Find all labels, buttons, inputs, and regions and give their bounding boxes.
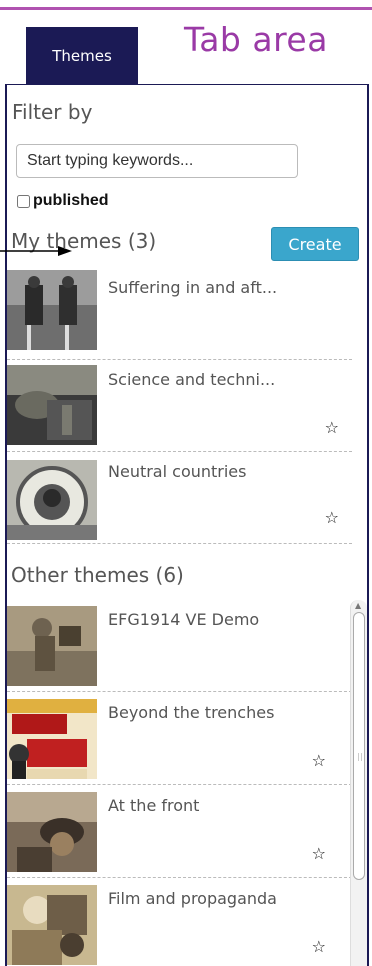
tab-area-label: Tab area (184, 20, 328, 59)
theme-thumbnail (7, 460, 97, 540)
top-divider (0, 7, 372, 10)
my-theme-item[interactable]: Suffering in and aft... (7, 268, 352, 360)
theme-title: Film and propaganda (108, 889, 277, 908)
search-input[interactable] (16, 144, 298, 178)
theme-thumbnail (7, 365, 97, 445)
my-theme-item[interactable]: Science and techni... ☆ (7, 360, 352, 452)
create-button[interactable]: Create (271, 227, 359, 261)
star-outline-icon[interactable]: ☆ (312, 751, 326, 770)
create-button-label: Create (288, 234, 342, 254)
my-theme-item[interactable]: Neutral countries ☆ (7, 452, 352, 544)
theme-title: Beyond the trenches (108, 703, 275, 722)
other-theme-item[interactable]: Film and propaganda ☆ (7, 879, 352, 966)
theme-title: At the front (108, 796, 200, 815)
scroll-up-icon[interactable]: ▲ (355, 601, 361, 610)
theme-title: Suffering in and aft... (108, 278, 278, 297)
theme-thumbnail (7, 792, 97, 872)
star-outline-icon[interactable]: ☆ (325, 508, 339, 527)
annotation-arrow-icon (0, 246, 72, 256)
published-filter[interactable]: published (17, 192, 109, 210)
filter-title: Filter by (12, 100, 93, 124)
tab-themes-label: Themes (52, 47, 112, 65)
theme-title: Neutral countries (108, 462, 247, 481)
star-outline-icon[interactable]: ☆ (325, 418, 339, 437)
published-checkbox[interactable] (17, 194, 30, 208)
theme-thumbnail (7, 270, 97, 350)
theme-thumbnail (7, 885, 97, 965)
theme-title: EFG1914 VE Demo (108, 610, 260, 629)
scrollbar-thumb[interactable] (353, 612, 365, 880)
star-outline-icon[interactable]: ☆ (312, 937, 326, 956)
theme-title: Science and techni... (108, 370, 276, 389)
star-outline-icon[interactable]: ☆ (312, 844, 326, 863)
theme-thumbnail (7, 606, 97, 686)
other-theme-item[interactable]: Beyond the trenches ☆ (7, 693, 352, 785)
theme-thumbnail (7, 699, 97, 779)
other-themes-title: Other themes (6) (11, 563, 184, 587)
scrollbar[interactable]: ▲ (350, 600, 367, 966)
other-theme-item[interactable]: EFG1914 VE Demo (7, 600, 352, 692)
published-label: published (33, 192, 109, 209)
other-theme-item[interactable]: At the front ☆ (7, 786, 352, 878)
tab-themes[interactable]: Themes (26, 27, 138, 85)
scroll-grip-icon (358, 753, 362, 761)
